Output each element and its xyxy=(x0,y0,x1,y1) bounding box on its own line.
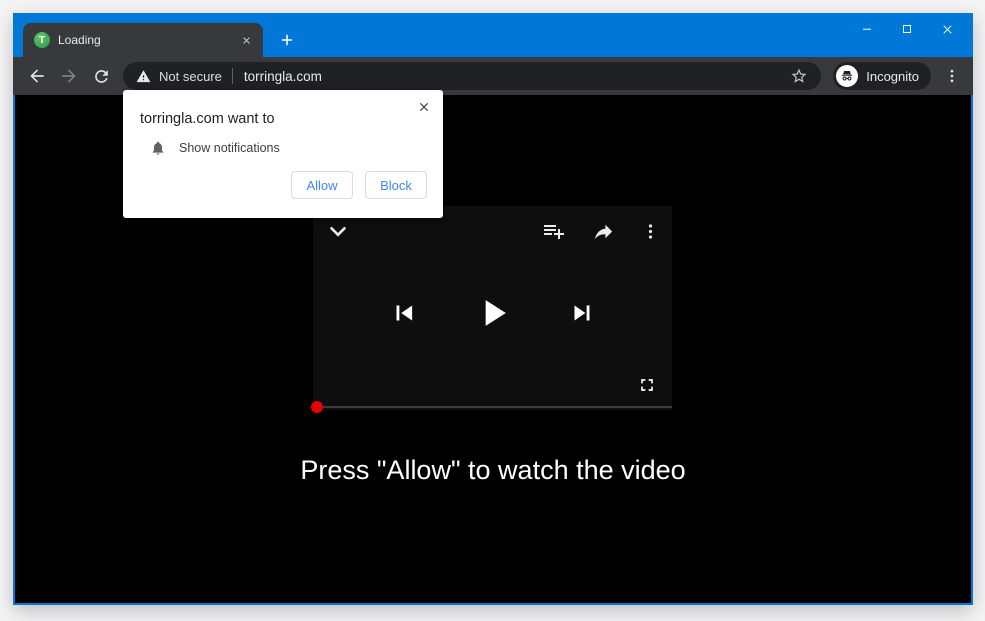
play-button[interactable] xyxy=(471,291,515,335)
share-arrow-icon xyxy=(592,220,615,243)
forward-button[interactable] xyxy=(53,61,85,91)
kebab-menu-icon xyxy=(943,67,961,85)
bell-icon xyxy=(150,140,166,156)
allow-button[interactable]: Allow xyxy=(291,171,353,199)
permission-dialog: torringla.com want to Show notifications… xyxy=(123,90,443,218)
play-icon xyxy=(471,291,515,335)
incognito-label: Incognito xyxy=(866,69,919,84)
close-icon xyxy=(241,35,252,46)
skip-next-icon xyxy=(567,298,597,328)
progress-scrubber[interactable] xyxy=(311,401,323,413)
reload-button[interactable] xyxy=(85,61,117,91)
back-button[interactable] xyxy=(21,61,53,91)
dialog-title: torringla.com want to xyxy=(123,90,443,127)
permission-request-label: Show notifications xyxy=(179,141,280,155)
playlist-add-icon xyxy=(542,219,566,243)
player-menu-button[interactable] xyxy=(641,222,660,241)
close-icon xyxy=(941,23,954,36)
security-label: Not secure xyxy=(159,69,222,84)
progress-bar[interactable] xyxy=(313,406,672,408)
collapse-button[interactable] xyxy=(325,218,351,244)
skip-next-button[interactable] xyxy=(567,298,597,328)
browser-menu-button[interactable] xyxy=(939,63,965,89)
chevron-down-icon xyxy=(325,218,351,244)
window-controls xyxy=(847,13,967,45)
reload-icon xyxy=(92,67,111,86)
page-message: Press "Allow" to watch the video xyxy=(15,455,971,486)
star-icon xyxy=(790,67,808,85)
video-player xyxy=(313,206,672,410)
minimize-button[interactable] xyxy=(847,13,887,45)
back-arrow-icon xyxy=(27,66,47,86)
incognito-badge: Incognito xyxy=(833,62,931,90)
forward-arrow-icon xyxy=(59,66,79,86)
kebab-menu-icon xyxy=(641,222,660,241)
share-button[interactable] xyxy=(592,220,615,243)
fullscreen-icon xyxy=(637,375,657,395)
plus-icon xyxy=(278,31,296,49)
close-icon xyxy=(417,100,431,114)
dialog-permission-row: Show notifications xyxy=(123,127,443,156)
bookmark-button[interactable] xyxy=(787,64,811,88)
tab-title: Loading xyxy=(58,33,237,47)
dialog-close-button[interactable] xyxy=(416,99,432,115)
fullscreen-button[interactable] xyxy=(636,374,658,396)
player-transport-controls xyxy=(313,291,672,335)
new-tab-button[interactable] xyxy=(275,28,299,52)
skip-previous-icon xyxy=(389,298,419,328)
tab-loading[interactable]: T Loading xyxy=(23,23,263,57)
warning-triangle-icon xyxy=(136,69,151,84)
playlist-add-button[interactable] xyxy=(542,219,566,243)
close-window-button[interactable] xyxy=(927,13,967,45)
browser-window: T Loading xyxy=(13,13,973,605)
maximize-icon xyxy=(901,23,913,35)
dialog-actions: Allow Block xyxy=(123,156,443,199)
maximize-button[interactable] xyxy=(887,13,927,45)
url-text: torringla.com xyxy=(244,69,787,84)
player-top-controls xyxy=(325,218,660,244)
tab-favicon: T xyxy=(34,32,50,48)
minimize-icon xyxy=(861,23,873,35)
skip-previous-button[interactable] xyxy=(389,298,419,328)
titlebar: T Loading xyxy=(13,13,973,57)
block-button[interactable]: Block xyxy=(365,171,427,199)
tab-close-button[interactable] xyxy=(237,31,255,49)
incognito-icon xyxy=(836,65,858,87)
address-bar[interactable]: Not secure torringla.com xyxy=(123,62,821,90)
omnibox-separator xyxy=(232,68,233,84)
